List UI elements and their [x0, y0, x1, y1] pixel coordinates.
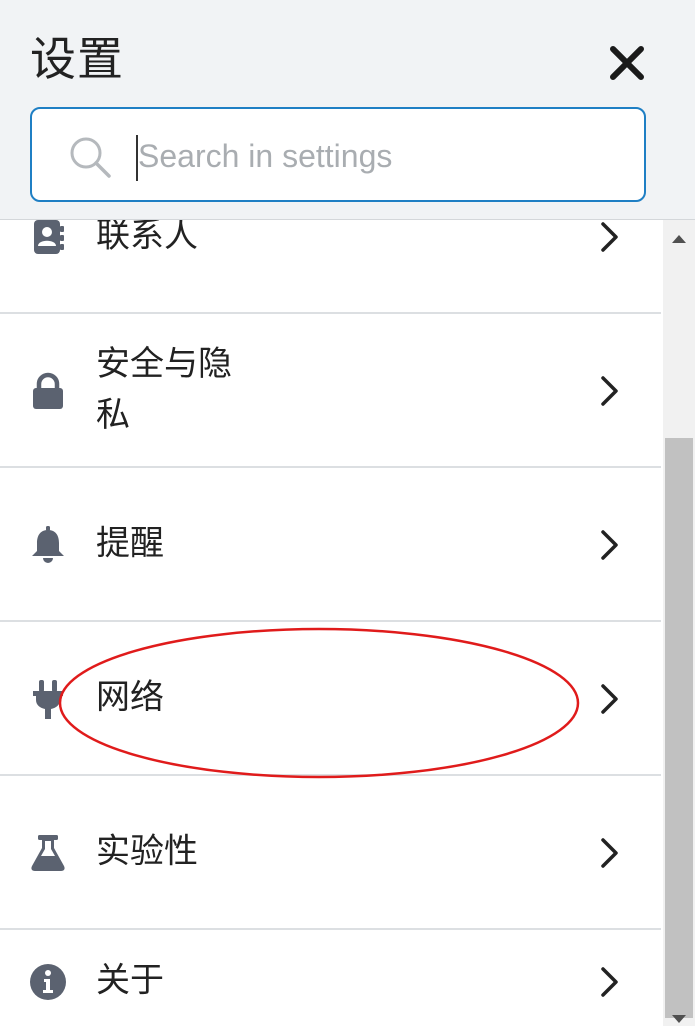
scrollbar-thumb[interactable]	[665, 438, 693, 1018]
settings-item-label: 提醒	[96, 523, 164, 564]
settings-item-label: 实验性	[96, 831, 198, 872]
info-icon	[30, 964, 66, 1000]
settings-header: 设置	[0, 0, 695, 220]
settings-item-experimental[interactable]: 实验性	[0, 776, 661, 930]
contact-book-icon	[34, 220, 64, 254]
close-button[interactable]	[606, 42, 648, 84]
chevron-right-icon	[601, 967, 618, 997]
search-icon	[70, 137, 111, 178]
settings-item-label: 联系人	[96, 220, 198, 256]
settings-item-notifications[interactable]: 提醒	[0, 468, 661, 622]
close-icon	[610, 46, 644, 80]
lock-icon	[33, 372, 63, 409]
settings-item-label: 关于	[96, 960, 164, 1001]
vertical-scrollbar[interactable]	[663, 220, 695, 1026]
search-box[interactable]	[30, 107, 646, 202]
settings-item-label: 网络	[96, 677, 164, 718]
search-input[interactable]	[136, 129, 620, 183]
plug-icon	[33, 680, 63, 719]
settings-list: 联系人 安全与隐私 提醒 网络 实验性 关于	[0, 220, 661, 1026]
page-title: 设置	[30, 32, 124, 86]
settings-item-network[interactable]: 网络	[0, 622, 661, 776]
bell-icon	[32, 526, 64, 563]
chevron-right-icon	[601, 222, 618, 252]
settings-item-contacts[interactable]: 联系人	[0, 220, 661, 314]
text-cursor	[136, 135, 138, 181]
chevron-right-icon	[601, 530, 618, 560]
settings-item-label: 安全与隐私	[96, 344, 232, 435]
settings-item-security-privacy[interactable]: 安全与隐私	[0, 314, 661, 468]
scroll-down-arrow-icon[interactable]	[671, 1014, 687, 1026]
settings-item-about[interactable]: 关于	[0, 930, 661, 1026]
flask-icon	[31, 835, 65, 871]
chevron-right-icon	[601, 684, 618, 714]
scroll-up-arrow-icon[interactable]	[671, 232, 687, 244]
chevron-right-icon	[601, 838, 618, 868]
chevron-right-icon	[601, 376, 618, 406]
